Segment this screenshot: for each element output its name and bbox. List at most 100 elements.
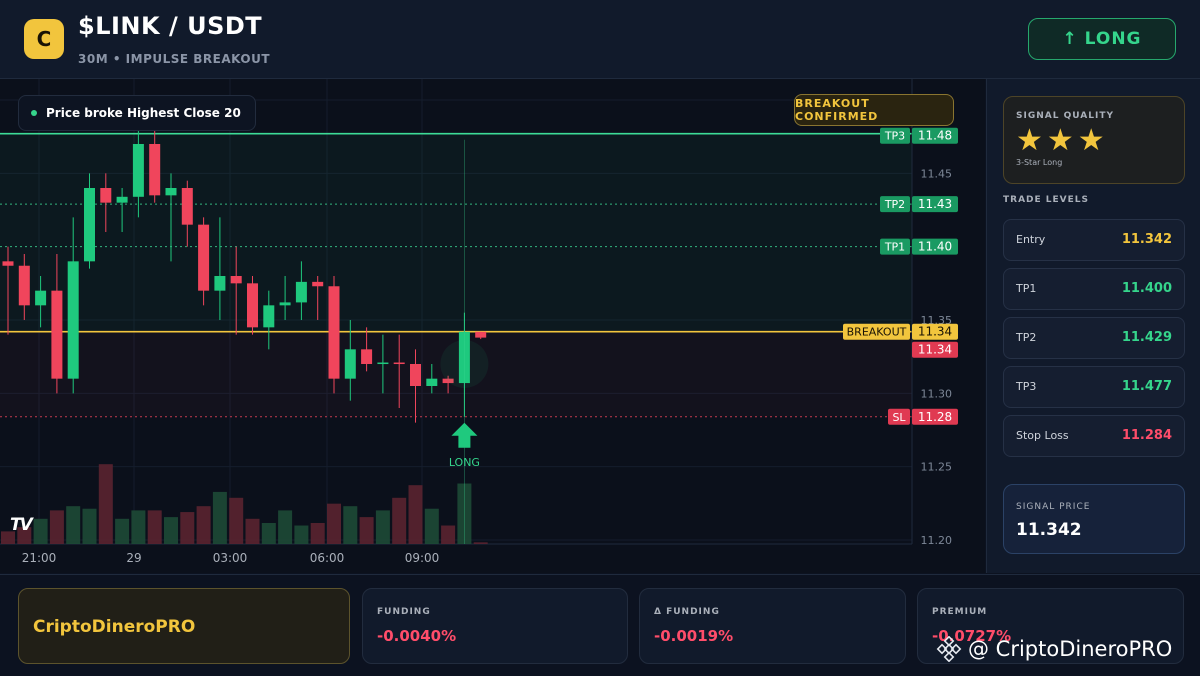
breakout-info-pill: Price broke Highest Close 20 [18, 95, 256, 131]
candle-body [475, 331, 487, 338]
stop-loss-tag-value: 11.28 [918, 410, 952, 424]
volume-bar [261, 523, 276, 544]
y-tick-label: 11.25 [921, 461, 953, 474]
volume-bar [33, 518, 48, 544]
tp1-tag-label: TP1 [884, 241, 905, 254]
candle-body [279, 302, 291, 306]
candle-body [247, 283, 258, 328]
level-name: TP3 [1016, 380, 1037, 393]
x-tick-label: 03:00 [213, 551, 248, 565]
x-tick-label: 29 [126, 551, 141, 565]
volume-bar [115, 518, 130, 544]
header-bar: C $LINK / USDT 30M • IMPULSE BREAKOUT ↑ … [0, 0, 1200, 79]
premium-label: PREMIUM [932, 607, 988, 617]
volume-bar [212, 491, 227, 544]
timeframe-subtitle: 30M • IMPULSE BREAKOUT [78, 52, 271, 66]
candle-body [393, 362, 405, 365]
watermark: @ CriptoDineroPRO [936, 634, 1172, 664]
candle-body [377, 362, 389, 365]
signal-glow [440, 340, 489, 388]
level-name: TP2 [1016, 331, 1037, 344]
delta-funding-card: Δ FUNDING -0.0019% [639, 588, 906, 664]
signal-quality-card: SIGNAL QUALITY ★★★ 3-Star Long [1003, 96, 1185, 184]
x-tick-label: 21:00 [22, 551, 57, 565]
volume-bar [98, 464, 113, 544]
candle-body [181, 188, 193, 225]
candle-body [132, 144, 144, 197]
stop-loss-tag-label: SL [892, 411, 906, 424]
level-value: 11.477 [1121, 379, 1172, 394]
long-signal-button[interactable]: ↑ LONG [1028, 18, 1176, 60]
level-value: 11.400 [1121, 281, 1172, 296]
candle-body [67, 261, 79, 379]
volume-bar [343, 506, 358, 544]
volume-bar [164, 517, 178, 544]
candle-body [426, 378, 438, 386]
funding-label: FUNDING [377, 607, 431, 617]
funding-value: -0.0040% [377, 627, 457, 645]
level-row-stop-loss: Stop Loss 11.284 [1003, 415, 1185, 457]
trade-levels-heading: TRADE LEVELS [1003, 195, 1089, 205]
candle-body [230, 276, 242, 284]
binance-logo-icon [936, 636, 962, 662]
candle-body [312, 281, 324, 287]
delta-funding-value: -0.0019% [654, 627, 734, 645]
x-tick-label: 09:00 [405, 551, 440, 565]
volume-bar [131, 510, 146, 544]
volume-bar [408, 485, 423, 544]
volume-bar [424, 508, 439, 544]
brand-name: CriptoDineroPRO [33, 617, 196, 637]
last-price-tag: 11.34 [918, 343, 952, 357]
tradingview-logo-icon: TV [10, 515, 33, 535]
level-row-tp2: TP2 11.429 [1003, 317, 1185, 359]
candle-body [51, 290, 63, 379]
candle-body [344, 349, 356, 379]
candle-body [116, 196, 128, 203]
watermark-text: @ CriptoDineroPRO [968, 637, 1173, 661]
volume-bar [327, 503, 341, 544]
candle-body [18, 265, 30, 306]
tp2-tag-label: TP2 [884, 198, 905, 211]
delta-funding-label: Δ FUNDING [654, 607, 720, 617]
y-tick-label: 11.30 [921, 387, 953, 400]
long-marker-label: LONG [449, 456, 480, 469]
pair-title: $LINK / USDT [78, 12, 263, 40]
candle-body [100, 188, 112, 203]
tp3-tag-value: 11.48 [918, 129, 952, 143]
long-arrow-icon [451, 422, 478, 448]
volume-bar [278, 510, 293, 544]
candle-body [198, 224, 210, 291]
level-value: 11.429 [1121, 330, 1172, 345]
x-tick-label: 06:00 [310, 551, 345, 565]
volume-bar [294, 525, 309, 544]
app-logo: C [24, 19, 64, 59]
volume-bar [310, 523, 325, 544]
status-dot-icon [31, 110, 37, 116]
level-row-entry: Entry 11.342 [1003, 219, 1185, 261]
brand-card: CriptoDineroPRO [18, 588, 350, 664]
candle-body [35, 290, 47, 306]
signal-price-value: 11.342 [1016, 520, 1082, 540]
candle-body [410, 364, 421, 386]
level-value: 11.342 [1121, 232, 1172, 247]
volume-bar [245, 518, 260, 544]
level-name: Entry [1016, 233, 1046, 246]
volume-bar [66, 506, 81, 544]
volume-bar [196, 506, 211, 544]
volume-bar [392, 497, 407, 544]
tp2-tag-value: 11.43 [918, 197, 952, 211]
level-row-tp3: TP3 11.477 [1003, 366, 1185, 408]
breakout-tag-value: 11.34 [918, 325, 952, 339]
price-chart[interactable]: 11.5011.4511.3511.3011.2511.2021:002903:… [0, 79, 985, 573]
signal-sidebar: SIGNAL QUALITY ★★★ 3-Star Long TRADE LEV… [986, 79, 1200, 573]
volume-bar [473, 542, 488, 544]
candle-body [2, 261, 14, 266]
candle-body [214, 276, 226, 291]
level-name: Stop Loss [1016, 429, 1069, 442]
candle-body [328, 286, 340, 379]
level-value: 11.284 [1121, 428, 1172, 443]
signal-quality-label: SIGNAL QUALITY [1016, 111, 1114, 121]
level-row-tp1: TP1 11.400 [1003, 268, 1185, 310]
volume-bar [82, 508, 97, 544]
tp1-tag-value: 11.40 [918, 240, 952, 254]
